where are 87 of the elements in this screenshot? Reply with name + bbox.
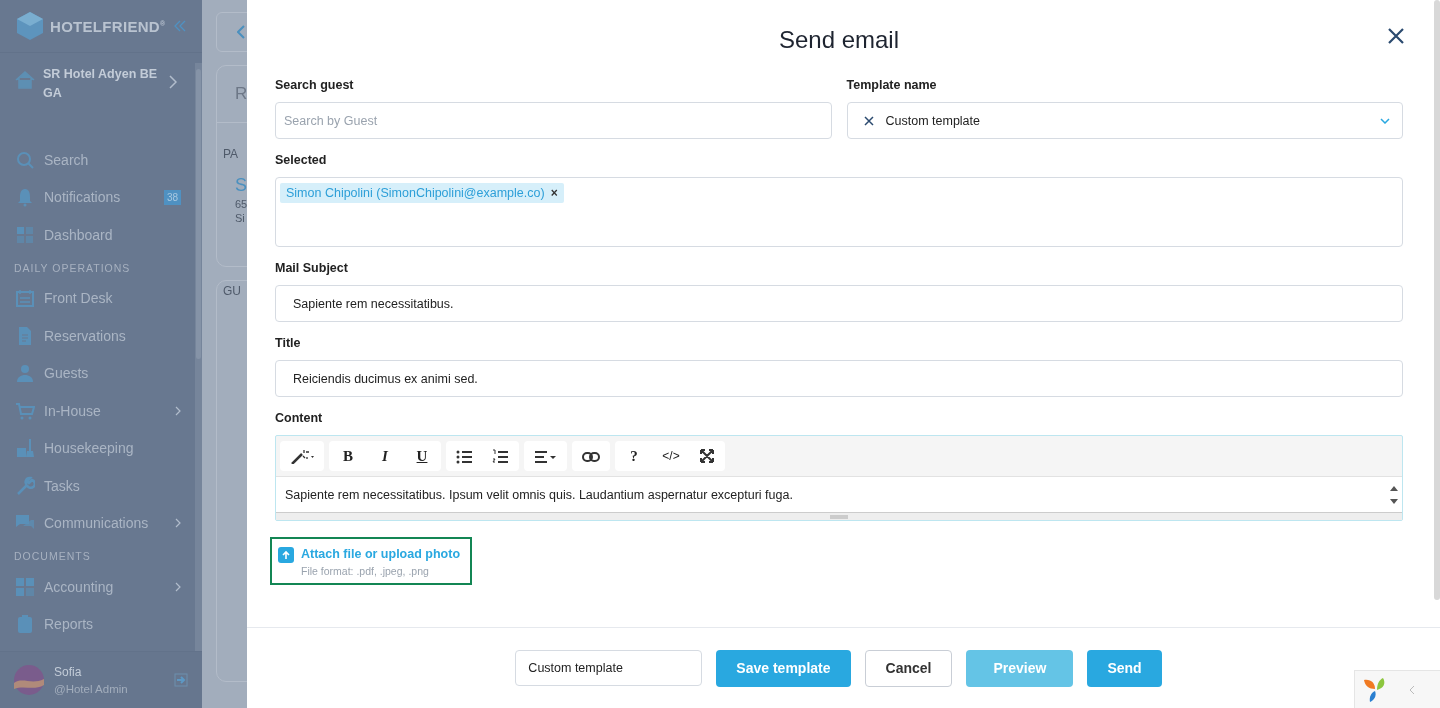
sidebar-item[interactable]: Search bbox=[44, 151, 181, 168]
toolbar-button[interactable]: ? bbox=[625, 447, 643, 465]
cart-icon bbox=[15, 400, 35, 421]
search-field[interactable]: Search by Guest bbox=[275, 102, 832, 139]
attach-link[interactable]: Attach file or upload photo bbox=[301, 547, 460, 561]
scrollbar[interactable] bbox=[195, 63, 202, 651]
title-field[interactable]: Reiciendis ducimus ex animi sed. bbox=[275, 360, 1403, 397]
ol-icon[interactable] bbox=[492, 448, 509, 464]
chevron-right-icon[interactable] bbox=[169, 75, 177, 89]
clipboard-icon bbox=[15, 614, 35, 635]
sidebar-item[interactable]: Tasks bbox=[44, 477, 181, 494]
dialog-title: Send email bbox=[778, 26, 900, 54]
action-button[interactable]: Preview bbox=[966, 649, 1074, 687]
toolbar-button[interactable]: </> bbox=[662, 449, 680, 463]
toolbar-button[interactable]: U bbox=[413, 447, 431, 465]
leaf-logo-icon bbox=[1363, 676, 1387, 703]
field-label: Selected bbox=[275, 153, 328, 167]
sidebar-item[interactable]: Reservations bbox=[44, 327, 181, 344]
subject-field[interactable]: Sapiente rem necessitatibus. bbox=[275, 285, 1403, 322]
calc-icon bbox=[15, 576, 35, 597]
action-button[interactable]: Send bbox=[1087, 649, 1162, 687]
toolbar-button[interactable]: I bbox=[376, 447, 394, 465]
sidebar-item[interactable]: Notifications bbox=[44, 189, 155, 206]
field-label: Title bbox=[275, 336, 302, 350]
person-icon bbox=[15, 363, 35, 384]
chevron-left-icon[interactable] bbox=[1409, 684, 1415, 695]
guest-name: S bbox=[234, 174, 247, 196]
home-icon bbox=[15, 71, 35, 89]
sidebar-item[interactable]: Accounting bbox=[44, 578, 166, 595]
action-button[interactable]: Save template bbox=[716, 649, 851, 687]
field-label: PA bbox=[222, 146, 240, 161]
sidebar-item[interactable]: Guests bbox=[44, 365, 181, 382]
section-heading: DAILY OPERATIONS bbox=[13, 260, 132, 276]
field-label: Search guest bbox=[275, 78, 355, 92]
brand-name: HOTELFRIEND$^{®}$ bbox=[50, 17, 167, 35]
chevron-left-icon bbox=[237, 25, 245, 39]
notification-count: 38 bbox=[163, 189, 181, 205]
template-select[interactable]: Custom template bbox=[846, 102, 1403, 139]
sidebar-item[interactable]: Reports bbox=[44, 616, 181, 633]
broom-icon bbox=[15, 438, 35, 459]
collapse-icon[interactable] bbox=[174, 20, 186, 32]
calendar-icon bbox=[15, 288, 35, 309]
sidebar-item[interactable]: Communications bbox=[44, 515, 166, 532]
user-name: Sofia bbox=[54, 665, 83, 679]
section-label: GU bbox=[222, 283, 241, 298]
resize-handle[interactable] bbox=[276, 512, 1402, 520]
file-format-hint: File format: .pdf, .jpeg, .png bbox=[301, 565, 430, 577]
chevron-right-icon[interactable] bbox=[175, 581, 181, 592]
fullscreen-icon[interactable] bbox=[699, 448, 715, 464]
attach-area[interactable]: Attach file or upload photo File format: .pdf, .jpeg, .png bbox=[270, 537, 472, 585]
recipients-field[interactable]: Simon Chipolini (SimonChipolini@example.co) × bbox=[275, 177, 1403, 247]
logo-icon bbox=[16, 11, 44, 41]
ul-icon[interactable] bbox=[456, 448, 473, 464]
field-label: Content bbox=[275, 411, 324, 425]
scrollbar[interactable] bbox=[1434, 0, 1440, 600]
logout-icon[interactable] bbox=[174, 673, 188, 687]
spin-arrows-icon[interactable] bbox=[1390, 484, 1398, 505]
template-name-field[interactable]: Custom template bbox=[515, 650, 703, 686]
sidebar-item[interactable]: In-House bbox=[44, 402, 166, 419]
detail-text: Si bbox=[234, 211, 246, 224]
recipient-name: Simon Chipolini (SimonChipolini@example.co) bbox=[286, 186, 545, 200]
upload-icon bbox=[278, 547, 294, 563]
editor-text[interactable]: Sapiente rem necessitatibus. Ipsum velit omnis quis. Laudantium aspernatur excepturi fuga. bbox=[285, 487, 793, 502]
clear-icon[interactable] bbox=[863, 115, 874, 126]
debug-widget[interactable] bbox=[1354, 670, 1440, 708]
hotel-name[interactable]: SR Hotel Adyen BE GA bbox=[43, 65, 161, 103]
toolbar-button[interactable]: B bbox=[339, 447, 357, 465]
chevron-right-icon[interactable] bbox=[175, 405, 181, 416]
field-label: Mail Subject bbox=[275, 261, 349, 275]
align-icon[interactable] bbox=[534, 448, 557, 464]
wrench-icon bbox=[15, 475, 35, 496]
section-heading: DOCUMENTS bbox=[13, 549, 92, 564]
search-icon bbox=[15, 149, 35, 170]
sidebar-item[interactable]: Housekeeping bbox=[44, 440, 181, 457]
sidebar-item[interactable]: Dashboard bbox=[44, 226, 181, 243]
user-role: @Hotel Admin bbox=[54, 683, 129, 695]
sidebar-item[interactable]: Front Desk bbox=[44, 290, 181, 307]
detail-text: 65 bbox=[234, 197, 247, 210]
field-label: Template name bbox=[846, 78, 938, 92]
action-button[interactable]: Cancel bbox=[864, 649, 953, 687]
magic-icon[interactable] bbox=[290, 448, 314, 464]
close-icon[interactable] bbox=[1388, 28, 1404, 44]
avatar bbox=[14, 665, 44, 695]
grid-icon bbox=[15, 224, 35, 245]
chevron-right-icon[interactable] bbox=[175, 518, 181, 529]
chevron-down-icon bbox=[1380, 117, 1390, 124]
remove-icon[interactable]: × bbox=[550, 186, 558, 200]
